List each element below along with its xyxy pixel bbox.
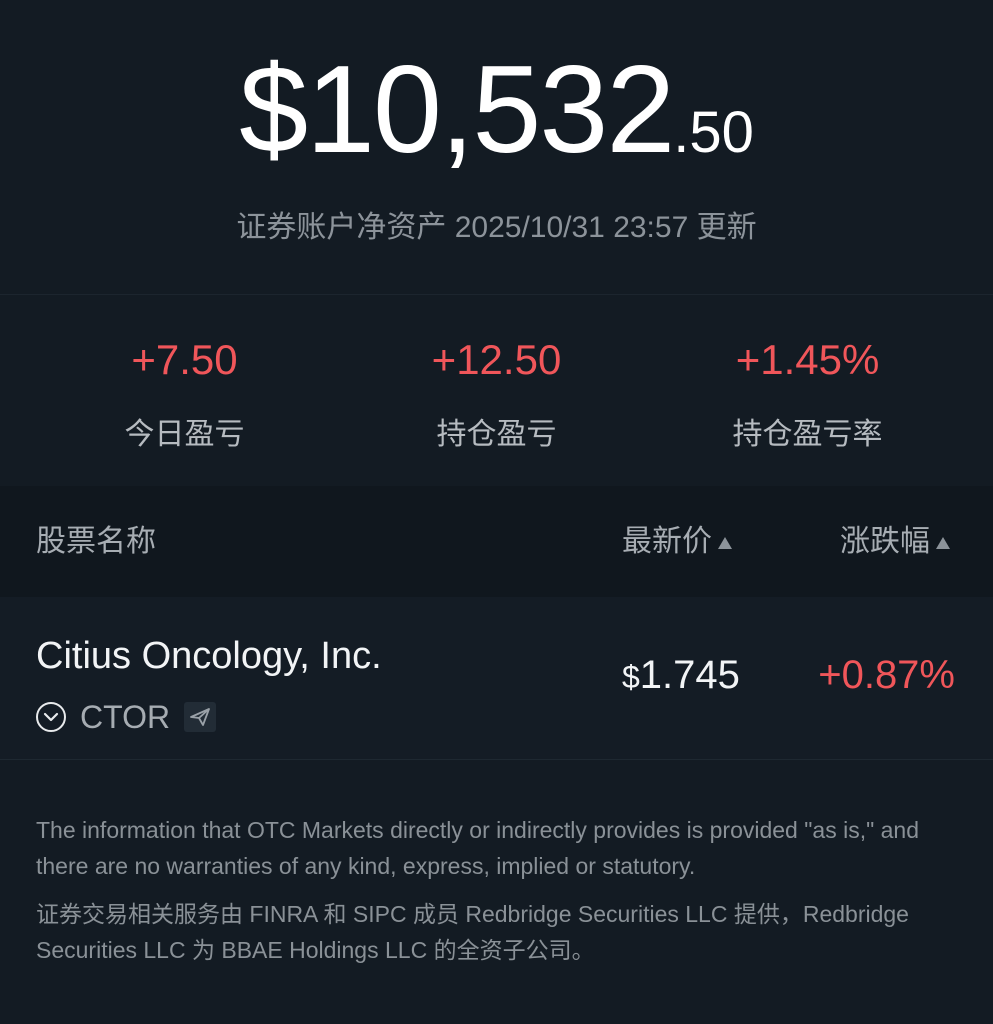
table-row[interactable]: Citius Oncology, Inc. CTOR $1.745 +0.87% bbox=[0, 597, 993, 759]
price-change-percent: +0.87% bbox=[818, 653, 955, 697]
stock-name: Citius Oncology, Inc. bbox=[36, 635, 382, 677]
price-currency-symbol: $ bbox=[622, 659, 640, 695]
stat-label: 持仓盈亏率 bbox=[732, 418, 883, 451]
stat-value: +1.45% bbox=[735, 336, 880, 383]
disclaimer-chinese: 证券交易相关服务由 FINRA 和 SIPC 成员 Redbridge Secu… bbox=[36, 901, 909, 963]
sort-triangle-icon bbox=[718, 537, 732, 549]
column-header-price[interactable]: 最新价 bbox=[622, 524, 732, 560]
stat-position-pnl-rate[interactable]: +1.45% 持仓盈亏率 bbox=[642, 295, 973, 485]
ticker-line: CTOR bbox=[36, 698, 217, 735]
stat-today-pnl[interactable]: +7.50 今日盈亏 bbox=[19, 295, 350, 485]
net-asset-value-main: $10,532 bbox=[239, 41, 675, 179]
pnl-stats: +7.50 今日盈亏 +12.50 持仓盈亏 +1.45% 持仓盈亏率 bbox=[0, 295, 993, 485]
disclaimer-english: The information that OTC Markets directl… bbox=[36, 817, 920, 879]
net-asset-value: $10,532.50 bbox=[0, 48, 993, 172]
latest-price: $1.745 bbox=[622, 653, 740, 698]
stat-label: 今日盈亏 bbox=[124, 418, 245, 451]
disclaimer: The information that OTC Markets directl… bbox=[36, 812, 966, 968]
column-header-change[interactable]: 涨跌幅 bbox=[840, 524, 950, 560]
holdings-table-header: 股票名称 最新价 涨跌幅 bbox=[0, 486, 993, 597]
stat-value: +7.50 bbox=[131, 336, 238, 383]
stat-value: +12.50 bbox=[431, 336, 562, 383]
portfolio-page: $10,532.50 证券账户净资产 2025/10/31 23:57 更新 +… bbox=[0, 0, 993, 1024]
stat-position-pnl[interactable]: +12.50 持仓盈亏 bbox=[331, 295, 662, 485]
column-header-name: 股票名称 bbox=[36, 525, 156, 558]
ticker-symbol: CTOR bbox=[80, 698, 171, 735]
divider bbox=[0, 759, 993, 760]
net-assets-header: $10,532.50 证券账户净资产 2025/10/31 23:57 更新 bbox=[0, 0, 993, 294]
stat-label: 持仓盈亏 bbox=[436, 418, 557, 451]
price-value: 1.745 bbox=[639, 653, 740, 697]
chevron-circle-icon bbox=[36, 702, 66, 732]
column-header-change-label: 涨跌幅 bbox=[840, 525, 930, 558]
column-header-price-label: 最新价 bbox=[622, 525, 712, 558]
sort-triangle-icon bbox=[936, 537, 950, 549]
send-icon[interactable] bbox=[184, 702, 217, 732]
net-asset-caption: 证券账户净资产 2025/10/31 23:57 更新 bbox=[236, 211, 757, 244]
net-asset-value-cents: .50 bbox=[673, 100, 754, 165]
